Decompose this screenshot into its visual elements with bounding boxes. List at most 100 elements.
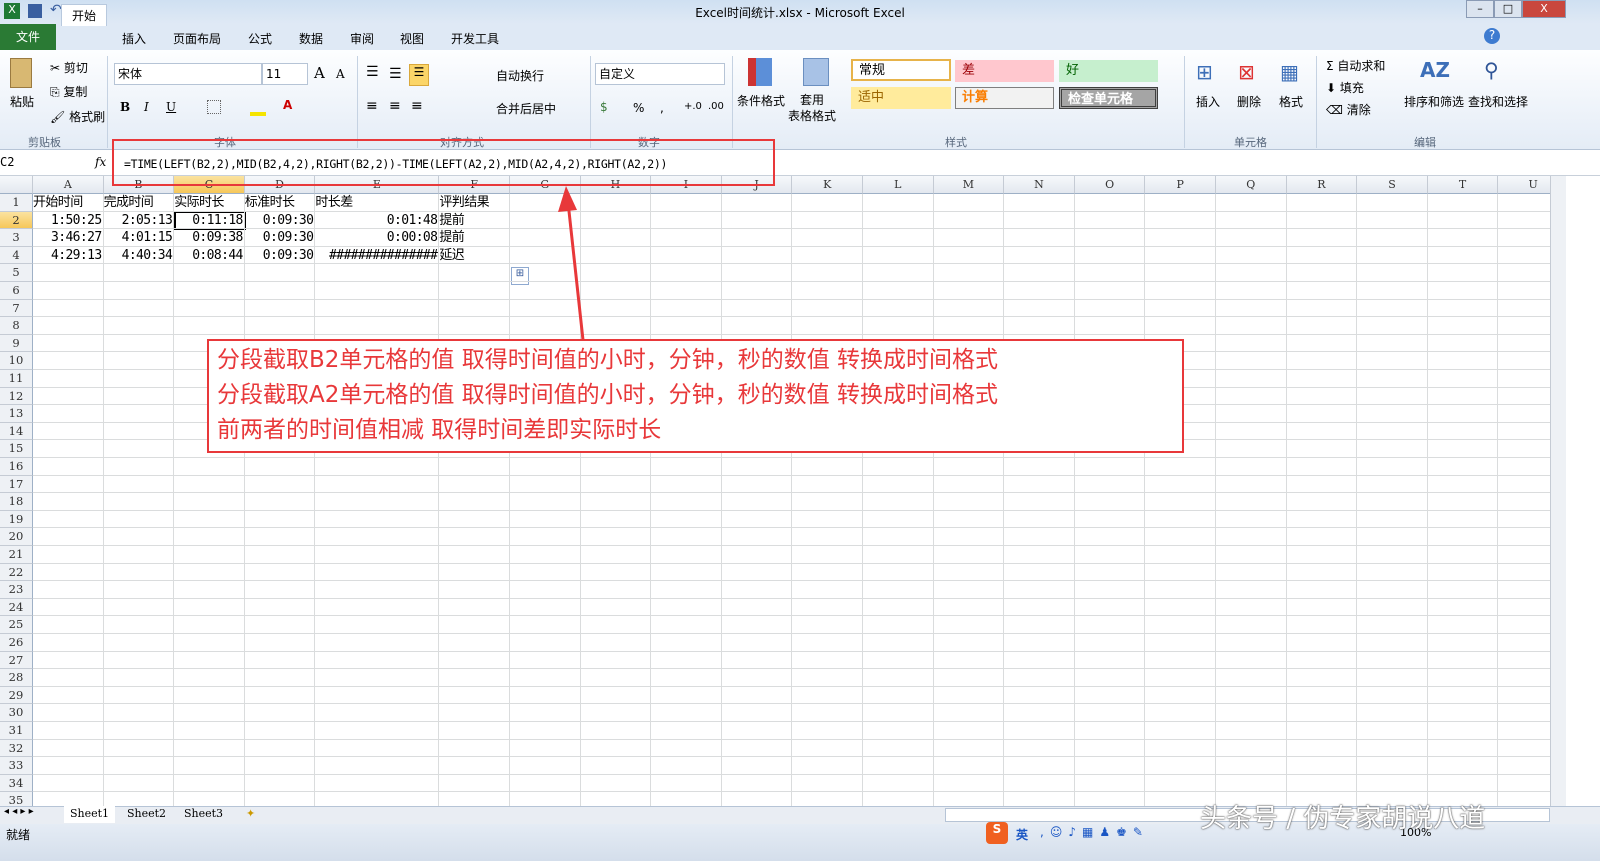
- row-header[interactable]: 8: [0, 317, 33, 335]
- row-header[interactable]: 7: [0, 299, 33, 318]
- wrap-text-button[interactable]: 自动换行: [496, 67, 544, 84]
- active-cell-c2[interactable]: [174, 211, 246, 230]
- conditional-format-icon[interactable]: [748, 58, 772, 86]
- paste-icon[interactable]: [10, 58, 32, 88]
- increase-decimal-button[interactable]: +.0: [684, 101, 702, 112]
- row-header[interactable]: 1: [0, 194, 33, 212]
- paste-button[interactable]: 粘贴: [10, 93, 34, 110]
- row-header[interactable]: 2: [0, 211, 33, 230]
- row-header[interactable]: 34: [0, 774, 33, 793]
- borders-icon[interactable]: [207, 100, 221, 114]
- row-header[interactable]: 30: [0, 704, 33, 722]
- row-header[interactable]: 31: [0, 722, 33, 740]
- column-header-t[interactable]: T: [1427, 176, 1499, 194]
- column-header-l[interactable]: L: [863, 176, 934, 194]
- row-header[interactable]: 21: [0, 546, 33, 564]
- cell[interactable]: 提前: [439, 212, 510, 230]
- row-header[interactable]: 35: [0, 792, 33, 806]
- tab-file[interactable]: 文件: [0, 24, 56, 50]
- tab-insert[interactable]: 插入: [112, 28, 156, 50]
- minimize-button[interactable]: –: [1466, 0, 1494, 18]
- shrink-font-button[interactable]: A: [336, 67, 345, 81]
- row-header[interactable]: 3: [0, 229, 33, 247]
- row-header[interactable]: 17: [0, 475, 33, 494]
- cell[interactable]: 提前: [439, 229, 510, 247]
- comma-button[interactable]: ,: [660, 101, 664, 115]
- cell[interactable]: 0:09:30: [245, 212, 316, 230]
- row-header[interactable]: 15: [0, 440, 33, 458]
- row-header[interactable]: 16: [0, 458, 33, 476]
- cell-area[interactable]: 开始时间 完成时间 实际时长 标准时长 时长差 评判结果 1:50:25 2:05:13 0:1…: [33, 194, 1550, 806]
- align-left-icon[interactable]: ≡: [366, 98, 378, 114]
- column-header-p[interactable]: P: [1145, 176, 1216, 194]
- cell[interactable]: 开始时间: [33, 194, 104, 212]
- percent-button[interactable]: %: [633, 101, 644, 115]
- tab-view[interactable]: 视图: [390, 28, 434, 50]
- cell[interactable]: 2:05:13: [104, 212, 175, 230]
- font-size-select[interactable]: 11: [262, 63, 308, 85]
- row-header[interactable]: 23: [0, 581, 33, 599]
- column-header-o[interactable]: O: [1074, 176, 1146, 194]
- autosum-button[interactable]: Σ 自动求和: [1326, 57, 1385, 74]
- align-top-icon[interactable]: ☰: [366, 64, 379, 80]
- cell[interactable]: 0:09:38: [174, 229, 245, 247]
- cell[interactable]: 0:09:30: [245, 229, 316, 247]
- cell[interactable]: 4:01:15: [104, 229, 175, 247]
- cell[interactable]: 0:08:44: [174, 247, 245, 265]
- conditional-format-button[interactable]: 条件格式: [737, 92, 785, 109]
- maximize-button[interactable]: □: [1494, 0, 1522, 18]
- delete-cells-icon[interactable]: ⊠: [1238, 60, 1255, 84]
- cell[interactable]: 3:46:27: [33, 229, 104, 247]
- tab-data[interactable]: 数据: [289, 28, 333, 50]
- cell[interactable]: 实际时长: [174, 194, 245, 212]
- row-header[interactable]: 11: [0, 370, 33, 388]
- number-format-select[interactable]: 自定义: [595, 63, 725, 85]
- close-button[interactable]: X: [1522, 0, 1566, 18]
- row-header[interactable]: 6: [0, 282, 33, 300]
- format-cells-icon[interactable]: ▦: [1280, 60, 1299, 84]
- row-header[interactable]: 24: [0, 598, 33, 617]
- font-name-select[interactable]: 宋体: [114, 63, 262, 85]
- column-header-q[interactable]: Q: [1216, 176, 1287, 194]
- align-bottom-icon[interactable]: ☰: [409, 64, 429, 86]
- align-center-icon[interactable]: ≡: [389, 98, 401, 114]
- cell[interactable]: 1:50:25: [33, 212, 104, 230]
- row-header[interactable]: 19: [0, 510, 33, 529]
- row-header[interactable]: 18: [0, 493, 33, 511]
- fx-icon[interactable]: fx: [95, 155, 106, 169]
- grow-font-button[interactable]: A: [314, 64, 325, 82]
- style-check-cell[interactable]: 检查单元格: [1059, 87, 1158, 109]
- cell[interactable]: 4:29:13: [33, 247, 104, 265]
- style-neutral[interactable]: 适中: [851, 87, 951, 109]
- row-header[interactable]: 28: [0, 669, 33, 687]
- name-box[interactable]: C2: [0, 155, 38, 173]
- ime-language[interactable]: 英: [1016, 826, 1028, 843]
- help-icon[interactable]: ?: [1484, 28, 1500, 44]
- italic-button[interactable]: I: [144, 100, 149, 114]
- row-header[interactable]: 29: [0, 686, 33, 705]
- cell[interactable]: 完成时间: [104, 194, 175, 212]
- style-bad[interactable]: 差: [955, 60, 1054, 82]
- fill-color-icon[interactable]: [250, 112, 266, 116]
- binoculars-icon[interactable]: ⚲: [1484, 58, 1499, 82]
- ime-toolbar-icons[interactable]: ,☺♪▦♟♚✎: [1040, 825, 1149, 839]
- column-header-a[interactable]: A: [33, 176, 104, 194]
- row-header[interactable]: 27: [0, 651, 33, 670]
- copy-button[interactable]: ⎘ 复制: [50, 83, 87, 100]
- clear-button[interactable]: ⌫ 清除: [1326, 101, 1371, 118]
- sheet-tab-sheet1[interactable]: Sheet1: [64, 806, 116, 823]
- style-normal[interactable]: 常规: [851, 59, 951, 81]
- table-format-icon[interactable]: [803, 58, 829, 86]
- font-color-icon[interactable]: A: [283, 98, 292, 112]
- sort-filter-button[interactable]: 排序和筛选: [1404, 93, 1464, 110]
- format-as-table-button[interactable]: 套用 表格格式: [788, 92, 836, 124]
- style-good[interactable]: 好: [1059, 60, 1158, 82]
- cell[interactable]: 标准时长: [245, 194, 316, 212]
- new-sheet-icon[interactable]: ✦: [240, 806, 261, 823]
- row-header[interactable]: 25: [0, 616, 33, 634]
- tab-review[interactable]: 审阅: [340, 28, 384, 50]
- column-header-n[interactable]: N: [1004, 176, 1075, 194]
- row-header[interactable]: 33: [0, 757, 33, 775]
- select-all-button[interactable]: [0, 176, 33, 194]
- paste-options-icon[interactable]: ⊞: [511, 267, 529, 285]
